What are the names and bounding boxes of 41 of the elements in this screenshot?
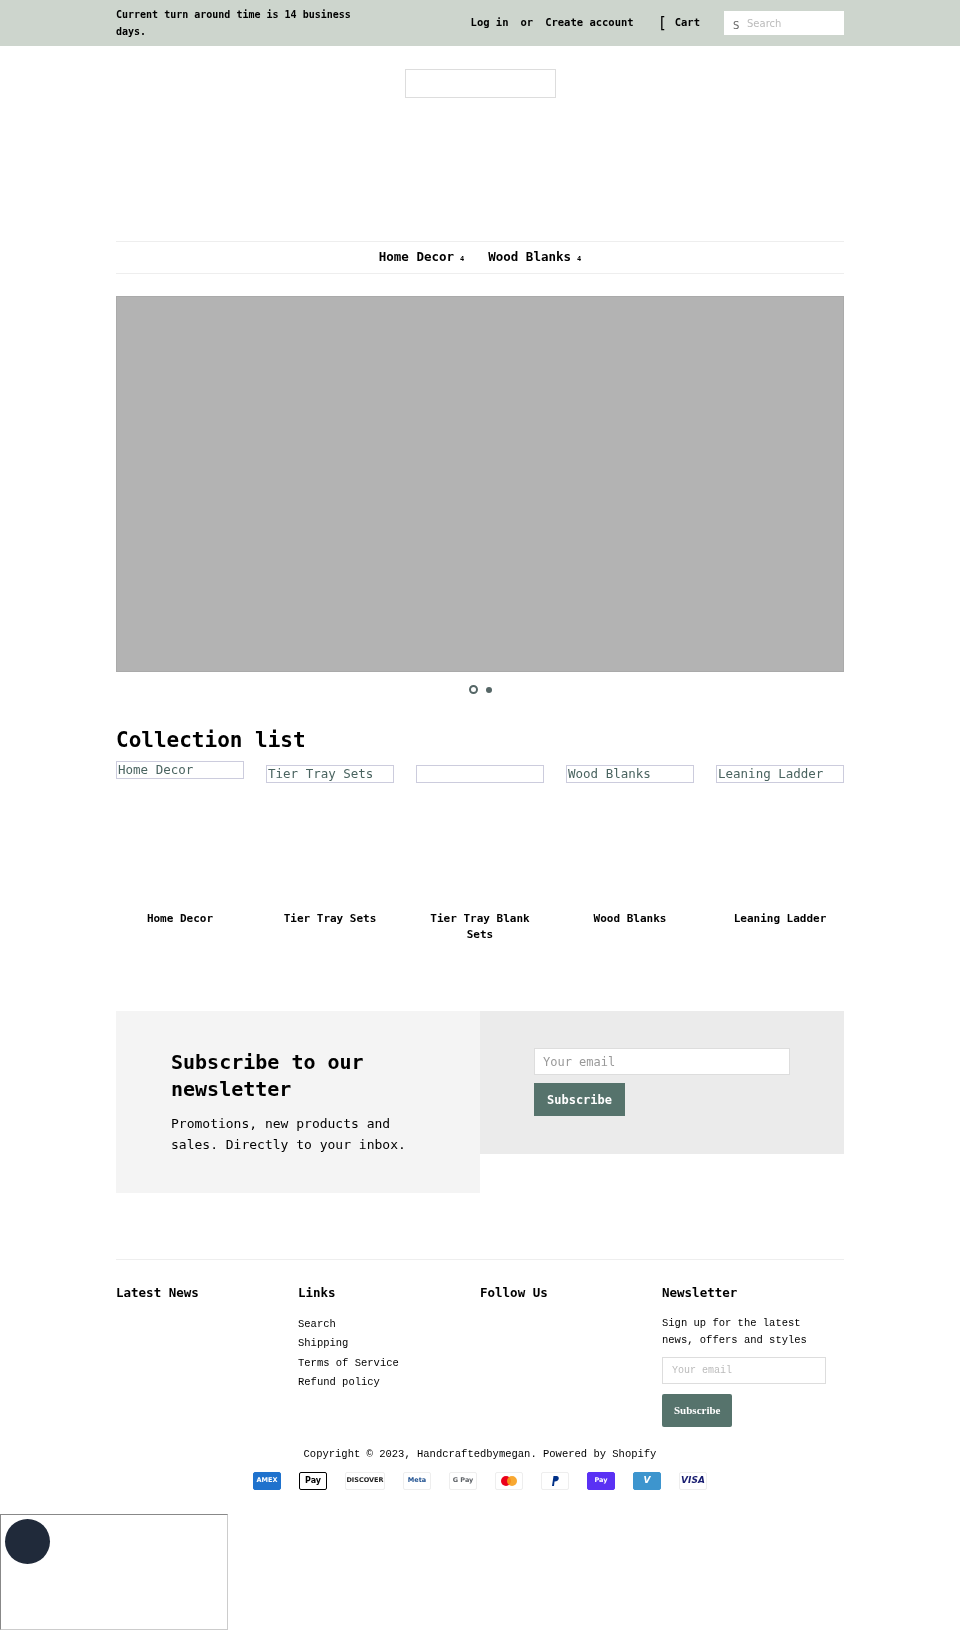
section-title: Collection list xyxy=(116,728,307,754)
collection-link[interactable]: Leaning Ladder xyxy=(716,911,844,928)
email-field[interactable]: Your email xyxy=(534,1048,790,1076)
copyright-text: Copyright © 2023, Handcraftedbymegan. Powered by Shopify xyxy=(302,1446,658,1462)
newsletter-title: Subscribe to our newsletter xyxy=(171,1049,365,1104)
separator-text: or xyxy=(520,15,534,31)
footer-link[interactable]: Search xyxy=(298,1314,480,1335)
payment-icon xyxy=(495,1471,523,1490)
subscribe-button[interactable]: Subscribe xyxy=(534,1083,626,1117)
announcement-text: Current turn around time is 14 business days. xyxy=(116,8,352,39)
cart-link[interactable]: [ Cart xyxy=(657,11,700,35)
payment-icon xyxy=(541,1471,569,1490)
footer-text: Sign up for the latest news, offers and styles xyxy=(662,1315,808,1348)
email-field[interactable]: Your email xyxy=(662,1356,826,1384)
collection-image-link[interactable]: Home Decor xyxy=(116,761,244,780)
account-link[interactable]: Create account xyxy=(545,15,634,31)
footer-link[interactable]: Shipping xyxy=(298,1334,480,1354)
chat-avatar xyxy=(5,1519,50,1564)
slide-dot[interactable] xyxy=(485,686,492,693)
collection-link[interactable]: Tier Tray Sets xyxy=(266,911,394,928)
search-icon: S xyxy=(733,18,740,33)
payment-icon: Pay xyxy=(299,1471,327,1490)
footer-link[interactable]: Refund policy xyxy=(298,1373,480,1393)
payment-icon: VISA xyxy=(679,1471,707,1490)
footer-heading: Links xyxy=(298,1284,337,1303)
collection-image-link[interactable]: Tier Tray Sets xyxy=(266,765,394,784)
footer-heading: Latest News xyxy=(116,1284,200,1303)
account-link[interactable]: Log in xyxy=(470,15,509,31)
slide-dot[interactable] xyxy=(468,685,478,694)
collection-link[interactable]: Home Decor xyxy=(116,911,244,928)
subscribe-button[interactable]: Subscribe xyxy=(662,1393,733,1427)
payment-icon: V xyxy=(633,1471,661,1490)
collection-image-link[interactable]: Wood Blanks xyxy=(566,765,694,784)
footer-heading: Newsletter xyxy=(662,1284,739,1303)
collection-link[interactable]: Wood Blanks xyxy=(566,911,694,928)
footer-heading: Follow Us xyxy=(480,1284,549,1303)
footer-link[interactable]: Terms of Service xyxy=(298,1353,480,1374)
collection-image-link[interactable]: Leaning Ladder xyxy=(716,765,844,784)
cart-icon: [ xyxy=(657,11,667,35)
collection-link[interactable]: Tier Tray Blank Sets xyxy=(416,911,544,944)
newsletter-text: Promotions, new products and sales. Directly to your inbox. xyxy=(171,1115,407,1155)
